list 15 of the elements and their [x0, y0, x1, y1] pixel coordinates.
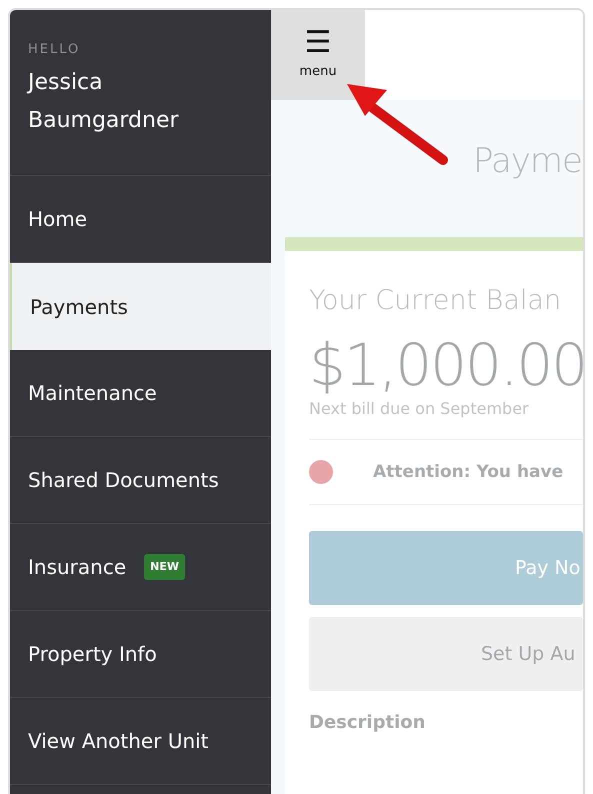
page-title: Payme: [473, 141, 582, 181]
new-badge: NEW: [144, 554, 185, 580]
balance-heading: Your Current Balan: [309, 284, 562, 318]
greeting-label: HELLO: [28, 41, 80, 59]
user-name: Jessica Baumgardner: [28, 69, 180, 135]
menu-label: menu: [299, 63, 337, 82]
nav-item-label: Insurance: [28, 554, 126, 581]
nav-item[interactable]: Insurance NEW: [10, 524, 271, 611]
menu-button[interactable]: ☰ menu: [271, 10, 365, 100]
nav-item[interactable]: Payments: [10, 263, 271, 350]
alert-text: Attention: You have: [373, 460, 564, 484]
section-label: Description: [309, 711, 426, 736]
due-note: Next bill due on September: [309, 398, 530, 420]
balance-amount: $1,000.00: [309, 334, 583, 398]
menu-icon: ☰: [304, 28, 332, 58]
